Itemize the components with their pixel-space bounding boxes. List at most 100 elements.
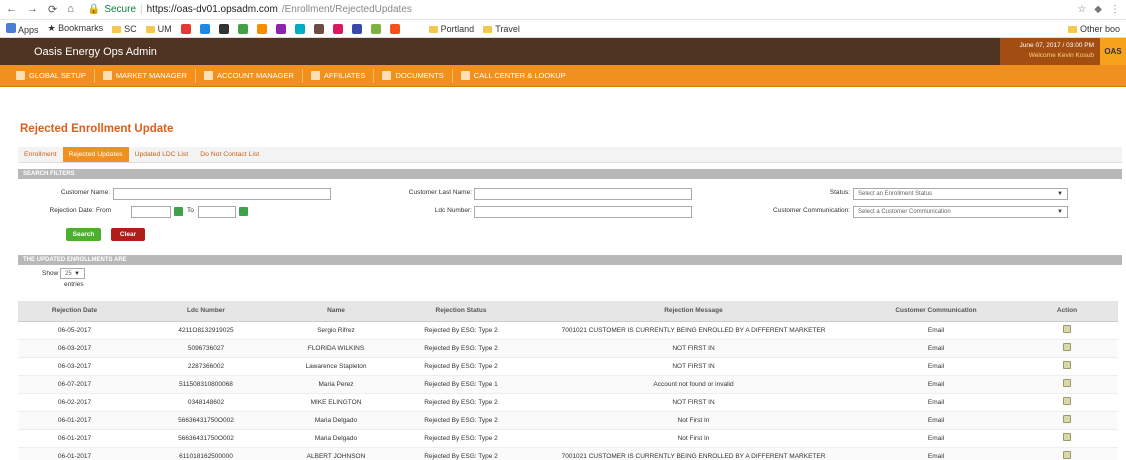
rejection-message-cell: NOT FIRST IN — [531, 357, 856, 376]
home-icon[interactable]: ⌂ — [67, 3, 74, 16]
bookmark-icon[interactable] — [351, 23, 362, 34]
chevron-down-icon: ▼ — [1057, 191, 1063, 197]
edit-icon[interactable] — [1063, 379, 1071, 387]
tab-updated-ldc-list[interactable]: Updated LDC List — [129, 147, 195, 162]
chevron-down-icon: ▼ — [1057, 209, 1063, 215]
bookmark-folder-sc[interactable]: SC — [112, 24, 137, 34]
welcome-text[interactable]: Welcome Kevin Kosub — [1000, 51, 1094, 61]
date-from-input[interactable] — [131, 206, 171, 218]
table-row: 06-02-2017 0348148602 MIKE ELINGTON Rejecte… — [18, 393, 1118, 412]
address-bar[interactable]: 🔒 Secure | https://oas-dv01.opsadm.com/E… — [82, 2, 1069, 18]
page-title: Rejected Enrollment Update — [20, 123, 174, 135]
bookmark-icon[interactable] — [218, 23, 229, 34]
back-icon[interactable]: ← — [6, 3, 17, 16]
ldc-number-cell: 611018162500000 — [131, 447, 281, 460]
ldc-number-input[interactable] — [474, 206, 692, 218]
edit-icon[interactable] — [1063, 415, 1071, 423]
ldc-number-cell: 2287366002 — [131, 357, 281, 376]
bookmark-icon[interactable] — [389, 23, 400, 34]
forward-icon[interactable]: → — [27, 3, 38, 16]
action-cell — [1016, 393, 1118, 412]
search-button[interactable]: Search — [66, 228, 101, 241]
action-cell — [1016, 321, 1118, 340]
star-icon[interactable]: ☆ — [1077, 4, 1086, 15]
nav-affiliates[interactable]: AFFILIATES — [303, 68, 375, 83]
bookmark-apps[interactable]: Apps — [6, 22, 39, 35]
page-size-select[interactable]: 25 ▼ — [60, 268, 85, 279]
ldc-number-cell: 4211O8132919025 — [131, 321, 281, 340]
tab-rejected-updates[interactable]: Rejected Updates — [62, 147, 129, 162]
other-bookmarks[interactable]: Other boo — [1068, 24, 1120, 34]
bookmark-folder-travel[interactable]: Travel — [483, 24, 520, 34]
bookmark-icon[interactable] — [294, 23, 305, 34]
column-header[interactable]: Name — [281, 301, 391, 322]
customer-last-name-input[interactable] — [474, 188, 692, 200]
calendar-icon[interactable] — [239, 207, 248, 216]
name-cell: Maria Perez — [281, 375, 391, 394]
name-cell: Maria Delgado — [281, 411, 391, 430]
edit-icon[interactable] — [1063, 343, 1071, 351]
customer-communication-cell: Email — [856, 321, 1016, 340]
bookmark-bookmarks[interactable]: ★ Bookmarks — [48, 23, 104, 34]
reload-icon[interactable]: ⟳ — [48, 3, 57, 16]
extension-icon[interactable]: ◆ — [1094, 4, 1102, 15]
search-filters-header: SEARCH FILTERS — [18, 169, 1122, 179]
name-cell: FLORIDA WILKINS — [281, 339, 391, 358]
date-to-input[interactable] — [198, 206, 236, 218]
column-header[interactable]: Rejection Status — [391, 301, 531, 322]
bookmark-icon[interactable] — [275, 23, 286, 34]
customer-communication-cell: Email — [856, 393, 1016, 412]
edit-icon[interactable] — [1063, 433, 1071, 441]
browser-actions: ☆ ◆ ⋮ — [1077, 4, 1120, 15]
rejection-status-cell: Rejected By ESG: Type 2 — [391, 447, 531, 460]
bookmark-icon[interactable] — [370, 23, 381, 34]
bookmark-icon[interactable] — [332, 23, 343, 34]
bookmark-icon[interactable] — [237, 23, 248, 34]
enrollments-table: Rejection Date Ldc Number Name Rejection… — [18, 301, 1118, 460]
edit-icon[interactable] — [1063, 325, 1071, 333]
menu-icon[interactable]: ⋮ — [1110, 4, 1120, 15]
bookmark-icon[interactable] — [256, 23, 267, 34]
action-cell — [1016, 429, 1118, 448]
clear-button[interactable]: Clear — [111, 228, 145, 241]
tab-do-not-contact-list[interactable]: Do Not Contact List — [194, 147, 265, 162]
edit-icon[interactable] — [1063, 397, 1071, 405]
browser-toolbar: ← → ⟳ ⌂ 🔒 Secure | https://oas-dv01.opsa… — [0, 0, 1126, 20]
nav-documents[interactable]: DOCUMENTS — [374, 68, 453, 83]
ldc-number-cell: 511508310800068 — [131, 375, 281, 394]
edit-icon[interactable] — [1063, 361, 1071, 369]
show-label: Show — [42, 270, 59, 277]
column-header[interactable]: Ldc Number — [131, 301, 281, 322]
document-icon — [382, 71, 392, 80]
bookmark-icon[interactable] — [199, 23, 210, 34]
column-header[interactable]: Rejection Date — [18, 301, 131, 322]
nav-account-manager[interactable]: ACCOUNT MANAGER — [196, 68, 303, 83]
column-header[interactable]: Rejection Message — [531, 301, 856, 322]
column-header[interactable]: Customer Communication — [856, 301, 1016, 322]
nav-global-setup[interactable]: GLOBAL SETUP — [8, 68, 95, 83]
bookmark-folder-um[interactable]: UM — [146, 24, 172, 34]
divider: | — [140, 4, 143, 15]
nav-market-manager[interactable]: MARKET MANAGER — [95, 68, 196, 83]
edit-icon[interactable] — [1063, 451, 1071, 459]
nav-call-center[interactable]: CALL CENTER & LOOKUP — [453, 69, 574, 83]
tab-enrollment[interactable]: Enrollment — [18, 147, 63, 162]
people-icon — [310, 71, 320, 80]
communication-select[interactable]: Select a Customer Communication ▼ — [853, 206, 1068, 218]
current-date: June 07, 2017 / 03:00 PM — [1019, 42, 1094, 49]
column-header: Action — [1016, 301, 1118, 322]
ldc-number-label: Ldc Number: — [434, 207, 472, 214]
url-host: https://oas-dv01.opsadm.com — [146, 4, 278, 15]
calendar-icon[interactable] — [174, 207, 183, 216]
rejection-date-cell: 06-07-2017 — [18, 375, 131, 394]
bookmark-folder-portland[interactable]: Portland — [429, 24, 475, 34]
name-cell: MIKE ELINGTON — [281, 393, 391, 412]
bookmark-icon[interactable] — [180, 23, 191, 34]
rejection-message-cell: 7001021 CUSTOMER IS CURRENTLY BEING ENRO… — [531, 321, 856, 340]
table-header-row: Rejection Date Ldc Number Name Rejection… — [18, 301, 1118, 322]
status-select[interactable]: Select an Enrollment Status ▼ — [853, 188, 1068, 200]
customer-name-input[interactable] — [113, 188, 331, 200]
rejection-date-cell: 06-01-2017 — [18, 429, 131, 448]
bookmark-icon[interactable] — [313, 23, 324, 34]
search-filters: Customer Name: Customer Last Name: Statu… — [18, 179, 1122, 255]
